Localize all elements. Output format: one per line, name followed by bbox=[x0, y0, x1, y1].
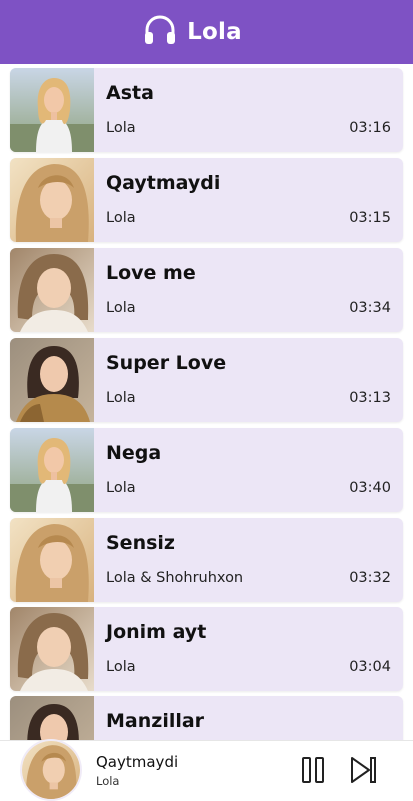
app-header: Lola bbox=[0, 0, 413, 64]
song-item[interactable]: Love me Lola 03:34 bbox=[10, 248, 403, 332]
now-playing-title: Qaytmaydi bbox=[96, 753, 179, 771]
album-cover bbox=[10, 248, 94, 332]
song-title: Super Love bbox=[106, 352, 227, 374]
song-title: Love me bbox=[106, 262, 196, 284]
pause-button[interactable] bbox=[298, 755, 328, 785]
song-duration: 03:34 bbox=[349, 300, 391, 316]
song-title: Nega bbox=[106, 442, 162, 464]
now-playing-cover bbox=[22, 741, 80, 799]
now-playing-bar[interactable]: Qaytmaydi Lola bbox=[0, 740, 413, 801]
song-artist: Lola bbox=[106, 480, 136, 496]
headphones-icon bbox=[143, 14, 177, 50]
song-duration: 03:15 bbox=[349, 210, 391, 226]
song-item[interactable]: Qaytmaydi Lola 03:15 bbox=[10, 158, 403, 242]
pause-icon bbox=[298, 757, 328, 789]
song-item[interactable]: Super Love Lola 03:13 bbox=[10, 338, 403, 422]
album-cover bbox=[10, 696, 94, 740]
skip-next-icon bbox=[348, 757, 378, 789]
song-title: Qaytmaydi bbox=[106, 172, 221, 194]
song-duration: 03:40 bbox=[349, 480, 391, 496]
song-artist: Lola bbox=[106, 210, 136, 226]
song-title: Asta bbox=[106, 82, 154, 104]
song-item[interactable]: Manzillar bbox=[10, 696, 403, 740]
album-cover bbox=[10, 158, 94, 242]
skip-next-button[interactable] bbox=[348, 755, 378, 785]
song-artist: Lola bbox=[106, 390, 136, 406]
song-title: Sensiz bbox=[106, 532, 175, 554]
song-title: Jonim ayt bbox=[106, 621, 207, 643]
song-artist: Lola bbox=[106, 120, 136, 136]
album-cover bbox=[10, 607, 94, 691]
song-title: Manzillar bbox=[106, 710, 205, 732]
header-content: Lola bbox=[143, 14, 242, 50]
song-duration: 03:04 bbox=[349, 659, 391, 675]
album-cover bbox=[10, 338, 94, 422]
song-duration: 03:32 bbox=[349, 570, 391, 586]
song-duration: 03:16 bbox=[349, 120, 391, 136]
song-list: Asta Lola 03:16 Qaytmaydi Lola 03:15 Lov… bbox=[0, 64, 413, 740]
song-item[interactable]: Nega Lola 03:40 bbox=[10, 428, 403, 512]
song-artist: Lola bbox=[106, 300, 136, 316]
album-cover bbox=[10, 518, 94, 602]
song-duration: 03:13 bbox=[349, 390, 391, 406]
now-playing-artist: Lola bbox=[96, 774, 120, 788]
page-title: Lola bbox=[187, 19, 242, 45]
song-item[interactable]: Jonim ayt Lola 03:04 bbox=[10, 607, 403, 691]
song-item[interactable]: Asta Lola 03:16 bbox=[10, 68, 403, 152]
album-cover bbox=[10, 428, 94, 512]
album-cover bbox=[10, 68, 94, 152]
song-artist: Lola bbox=[106, 659, 136, 675]
song-artist: Lola & Shohruhxon bbox=[106, 570, 244, 586]
song-item[interactable]: Sensiz Lola & Shohruhxon 03:32 bbox=[10, 518, 403, 602]
